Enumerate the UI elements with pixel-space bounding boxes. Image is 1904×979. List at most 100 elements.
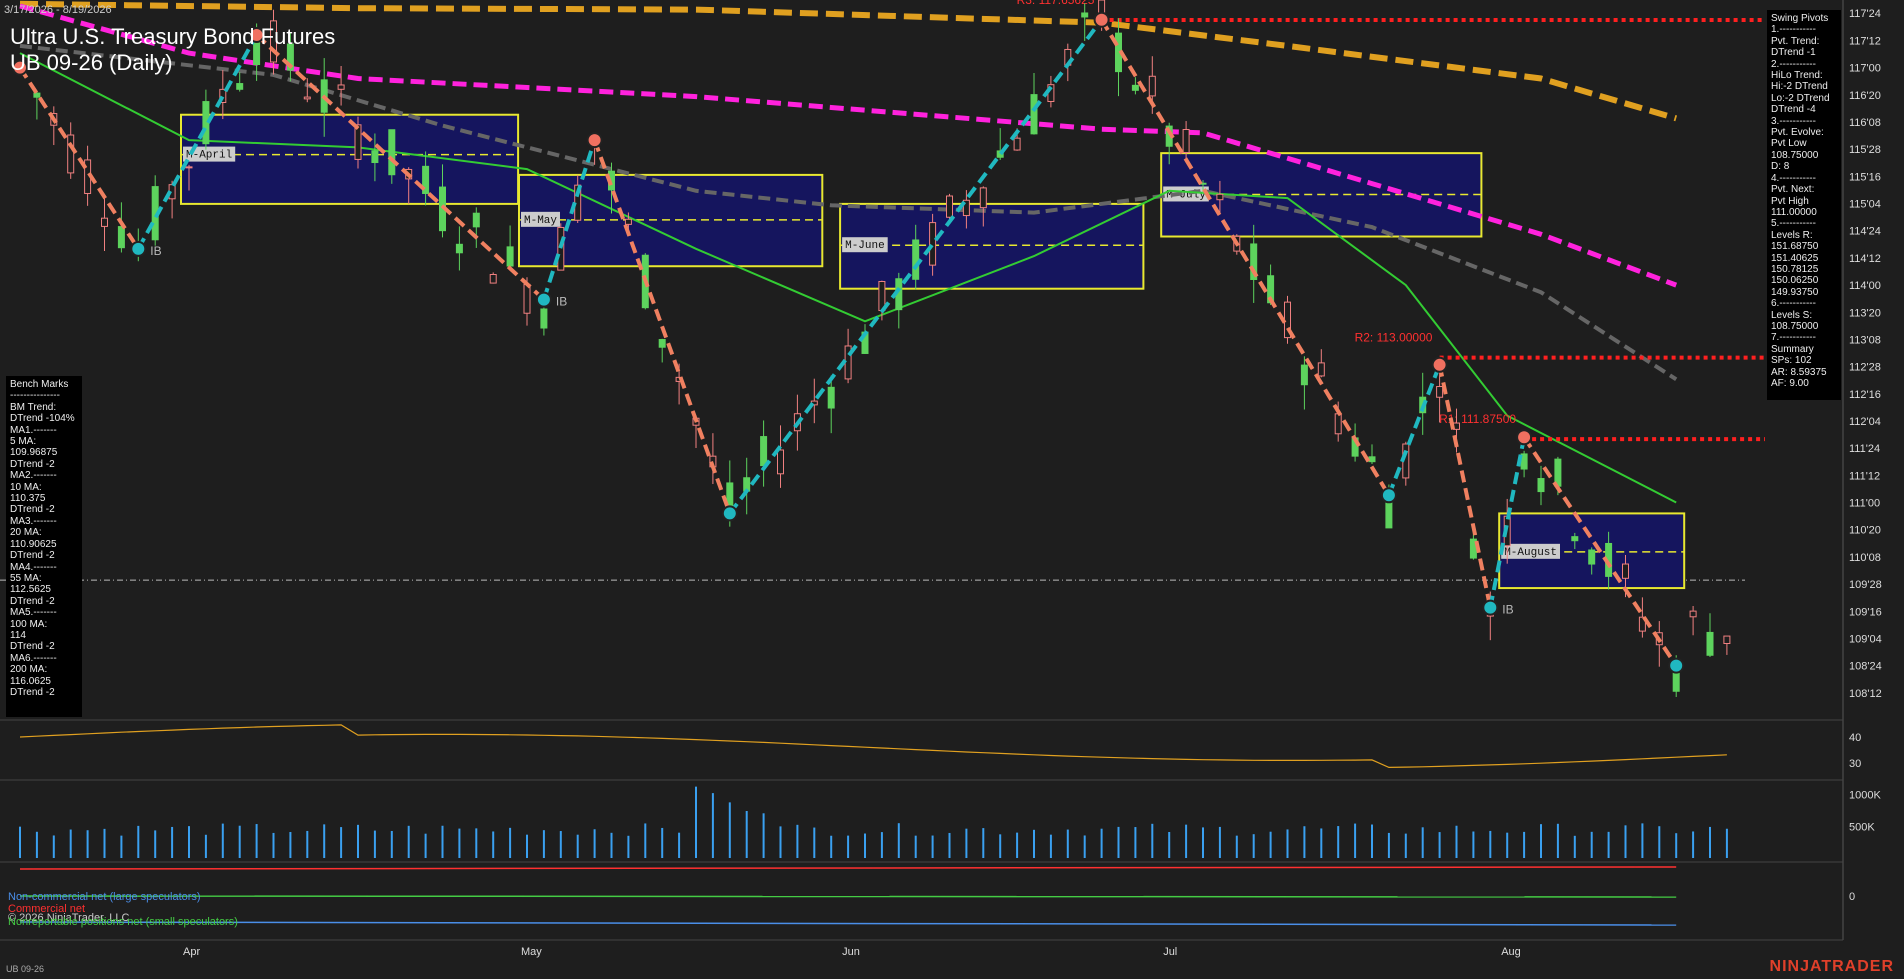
price-tick-label: 111'24 xyxy=(1849,443,1880,455)
monthly-box-label: M-May xyxy=(524,215,557,227)
swing-point-marker xyxy=(1093,11,1110,28)
bench_marks-line: DTrend -2 xyxy=(10,550,55,562)
candle-body xyxy=(1030,94,1038,135)
month-label: Aug xyxy=(1501,946,1521,958)
cot-noncommercial-line xyxy=(19,921,1677,926)
price-tick-label: 114'12 xyxy=(1849,253,1881,265)
swing_pivots-line: Levels S: xyxy=(1771,309,1813,321)
candle-body xyxy=(1537,478,1545,493)
price-tick-label: 109'16 xyxy=(1849,606,1882,618)
monthly-box-label: M-June xyxy=(845,240,885,252)
bench-marks-panel: Bench Marks --------------- BM Trend: DTren… xyxy=(6,376,82,717)
swing_pivots-line: Pvt. Trend: xyxy=(1771,35,1820,47)
candle-body xyxy=(658,339,666,348)
bench_marks-line: MA4.------- xyxy=(10,561,57,573)
bench_marks-line: 10 MA: xyxy=(10,481,42,493)
resistance-label: R3: 117.65625 xyxy=(1017,0,1095,7)
swing_pivots-line: AR: 8.59375 xyxy=(1771,366,1827,378)
ma-orange-line xyxy=(19,0,1678,122)
candle-body xyxy=(371,150,379,164)
swing-line xyxy=(18,66,140,250)
price-tick-label: 117'12 xyxy=(1849,35,1881,47)
candle-body xyxy=(777,449,784,475)
bench_marks-line: Bench Marks xyxy=(10,379,69,390)
candle-body xyxy=(506,246,514,267)
swing-point-marker xyxy=(586,132,603,149)
swing_pivots-line: Summary xyxy=(1771,343,1814,355)
candle-body xyxy=(117,226,125,249)
candle-body xyxy=(760,436,768,467)
price-tick-label: 117'00 xyxy=(1849,63,1881,75)
price-chart[interactable]: 117'24 117'12 117'00 116'20 116'08 115'28 115'… xyxy=(0,0,1904,979)
swing-point-marker xyxy=(1380,487,1397,504)
swing_pivots-line: Hi:-2 DTrend xyxy=(1771,81,1828,93)
chart-title: Ultra U.S. Treasury Bond Futures xyxy=(10,24,336,49)
candle-body xyxy=(236,83,244,90)
swing_pivots-line: 4.----------- xyxy=(1771,172,1816,184)
candle-body xyxy=(185,166,193,169)
swing_pivots-line: AF: 9.00 xyxy=(1771,378,1809,389)
candle-body xyxy=(946,195,953,218)
candle-body xyxy=(489,273,497,284)
candle-body xyxy=(1622,563,1629,579)
price-tick-label: 111'00 xyxy=(1849,498,1880,510)
swing_pivots-line: Pvt Low xyxy=(1771,138,1807,150)
swing_pivots-line: 108.75000 xyxy=(1771,149,1819,161)
candle-body xyxy=(979,187,987,209)
swing-point-marker xyxy=(535,291,552,308)
bench_marks-line: 116.0625 xyxy=(10,675,51,687)
swing-point-label: IB xyxy=(150,244,161,258)
candle-body xyxy=(1317,362,1325,377)
bench_marks-line: MA3.------- xyxy=(10,515,57,527)
ninjatrader-logo: NINJATRADER xyxy=(1769,958,1894,975)
price-tick-label: 115'16 xyxy=(1849,171,1881,183)
bench_marks-line: DTrend -104% xyxy=(10,413,75,425)
candle-body xyxy=(388,129,396,176)
month-label: Jun xyxy=(842,946,860,958)
swing-point-marker xyxy=(1431,356,1448,373)
swing-line xyxy=(1099,18,1391,497)
volume-tick-label: 500K xyxy=(1849,821,1875,833)
bench_marks-line: BM Trend: xyxy=(10,401,57,413)
price-tick-label: 112'16 xyxy=(1849,389,1881,401)
candle-body xyxy=(1723,635,1731,644)
swing-point-marker xyxy=(130,240,147,257)
candle-body xyxy=(472,212,480,228)
bench_marks-line: MA2.------- xyxy=(10,470,57,482)
candle-body xyxy=(827,386,835,409)
candle-body xyxy=(1436,386,1444,398)
swing_pivots-line: 6.----------- xyxy=(1771,298,1816,310)
candle-body xyxy=(1300,364,1308,386)
candle-body xyxy=(523,283,531,314)
candle-body xyxy=(624,218,632,225)
footer-symbol: UB 09-26 xyxy=(6,964,45,974)
price-tick-label: 108'24 xyxy=(1849,661,1882,673)
swing_pivots-line: DTrend -1 xyxy=(1771,47,1816,59)
price-tick-label: 110'08 xyxy=(1849,552,1881,564)
month-axis: Apr May Jun Jul Aug xyxy=(183,946,1521,958)
resistance-label: R2: 113.00000 xyxy=(1355,331,1433,345)
price-tick-label: 108'12 xyxy=(1849,688,1882,700)
price-tick-label: 115'04 xyxy=(1849,199,1881,211)
swing-point-marker xyxy=(721,505,738,522)
swing-point-marker xyxy=(1482,599,1499,616)
candle-body xyxy=(912,239,920,280)
candle-body xyxy=(67,134,75,174)
month-label: May xyxy=(521,946,542,958)
swing_pivots-line: 3.----------- xyxy=(1771,115,1816,127)
swing-point-label: IB xyxy=(556,295,567,309)
bench_marks-line: 200 MA: xyxy=(10,664,48,676)
swing-point-marker xyxy=(1516,429,1533,446)
candle-body xyxy=(1571,536,1579,542)
swing_pivots-line: 150.78125 xyxy=(1771,263,1819,275)
swing_pivots-line: HiLo Trend: xyxy=(1771,70,1823,82)
swing_pivots-line: 108.75000 xyxy=(1771,320,1819,332)
swing_pivots-line: 149.93750 xyxy=(1771,286,1819,298)
swing_pivots-line: 2.----------- xyxy=(1771,58,1816,70)
swing_pivots-line: 150.06250 xyxy=(1771,275,1819,287)
price-tick-label: 113'20 xyxy=(1849,307,1881,319)
swing_pivots-line: SPs: 102 xyxy=(1771,355,1812,367)
candle-body xyxy=(1689,610,1697,618)
swing_pivots-line: 151.68750 xyxy=(1771,241,1819,253)
candle-body xyxy=(1131,84,1139,91)
